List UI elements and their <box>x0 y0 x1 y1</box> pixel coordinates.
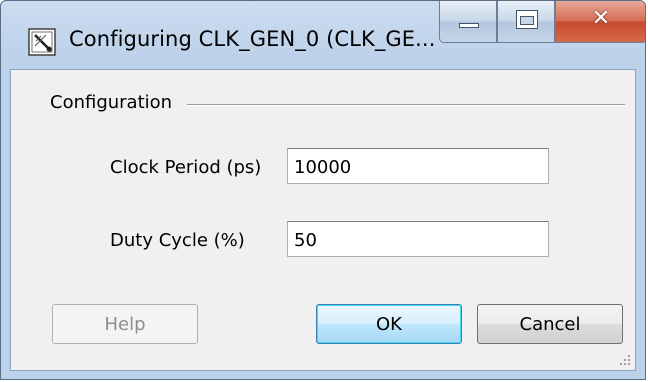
wand-icon <box>27 27 57 57</box>
duty-cycle-label: Duty Cycle (%) <box>110 230 245 251</box>
help-button[interactable]: Help <box>52 304 198 344</box>
minimize-icon <box>459 23 479 28</box>
dialog-window: Configuring CLK_GEN_0 (CLK_GE... ✕ Confi… <box>0 0 646 380</box>
dialog-body: Configuration Clock Period (ps) Duty Cyc… <box>10 69 636 371</box>
close-button[interactable]: ✕ <box>555 1 645 43</box>
clock-period-input[interactable] <box>287 148 549 184</box>
cancel-button[interactable]: Cancel <box>477 304 623 344</box>
ok-button[interactable]: OK <box>316 304 462 344</box>
close-icon: ✕ <box>591 6 611 31</box>
window-title: Configuring CLK_GEN_0 (CLK_GE... <box>69 27 436 51</box>
resize-grip-icon[interactable] <box>619 354 631 366</box>
maximize-button[interactable] <box>497 1 555 43</box>
minimize-button[interactable] <box>439 1 497 43</box>
maximize-icon <box>516 10 538 29</box>
group-label-configuration: Configuration <box>50 92 173 113</box>
group-divider <box>187 104 625 106</box>
clock-period-label: Clock Period (ps) <box>110 157 262 178</box>
duty-cycle-input[interactable] <box>287 221 549 257</box>
